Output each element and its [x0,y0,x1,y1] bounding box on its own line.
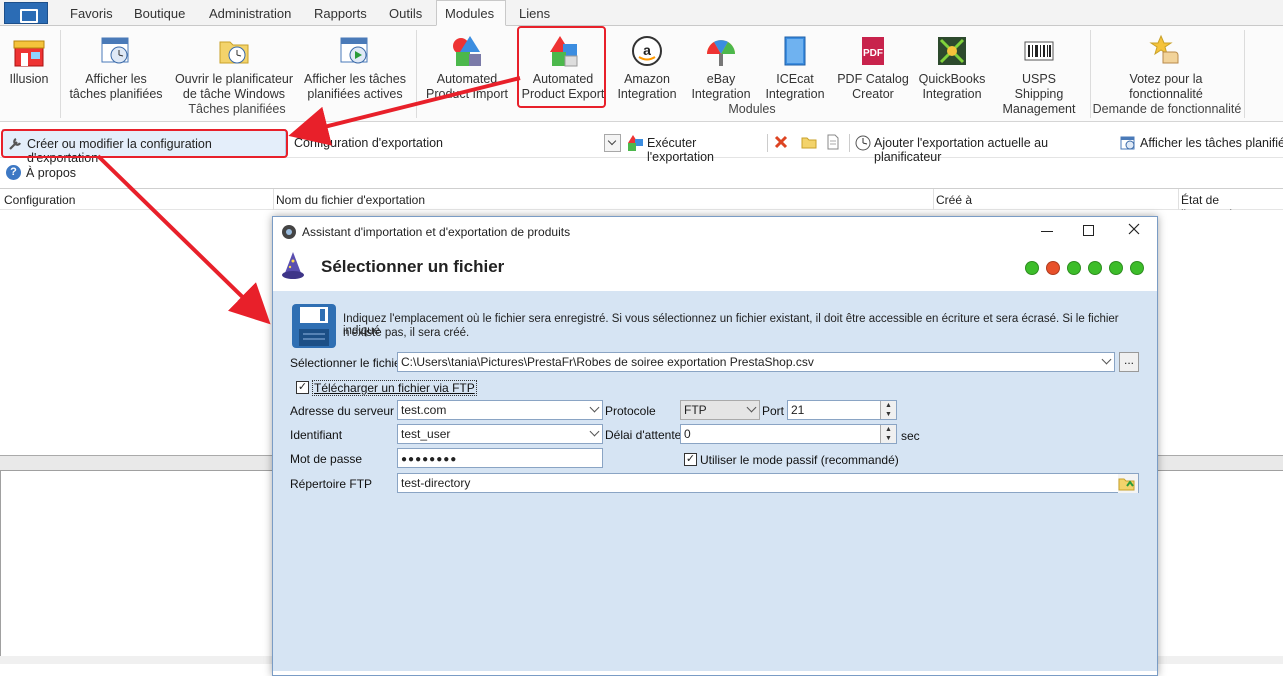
annotation-arrows [96,76,521,325]
arrow-export-to-config [288,76,521,146]
arrow-config-to-dialog [96,154,271,325]
